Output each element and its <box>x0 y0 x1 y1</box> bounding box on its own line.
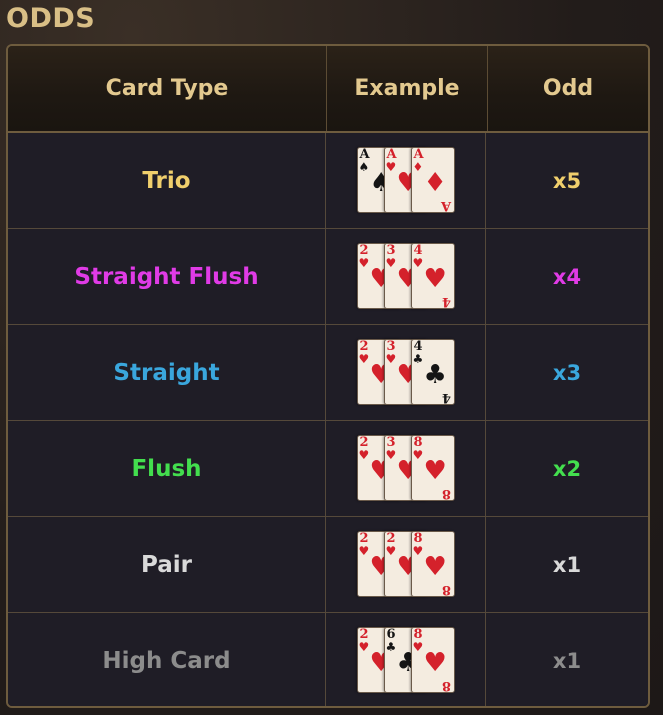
card-suit-icon: ♥ <box>358 640 370 654</box>
card-type-label: Trio <box>142 167 191 194</box>
card-center-suit-icon: ♥ <box>423 263 447 294</box>
card-suit-icon: ♥ <box>412 640 424 654</box>
example-cards: 2♥♥23♥♥34♥♥4 <box>356 242 455 311</box>
header-example: Example <box>327 46 488 131</box>
card-suit-icon: ♠ <box>358 159 370 174</box>
card-type-label: Pair <box>141 551 192 578</box>
header-odd: Odd <box>542 76 594 101</box>
card-type-label: Flush <box>131 455 202 482</box>
card-suit-icon: ♥ <box>412 255 424 270</box>
table-row: Flush 2♥♥23♥♥38♥♥8 x2 <box>8 421 648 517</box>
odd-value: x3 <box>552 360 582 385</box>
example-cards: A♠♠AA♥♥AA♦♦A <box>356 146 455 215</box>
odd-value: x2 <box>552 456 582 481</box>
card-suit-icon: ♥ <box>385 255 397 270</box>
playing-card: 4 ♣ ♣ 4 <box>410 338 455 405</box>
card-rank-bottom: 8 <box>442 678 452 693</box>
card-suit-icon: ♥ <box>358 351 370 366</box>
odd-value: x5 <box>552 168 582 193</box>
card-rank-bottom: 8 <box>442 485 452 501</box>
card-type-label: High Card <box>102 648 231 674</box>
odds-table: Card Type Example Odd Trio A♠♠AA♥♥AA♦♦A … <box>6 44 650 708</box>
table-row: Pair 2♥♥22♥♥28♥♥8 x1 <box>8 517 648 613</box>
playing-card: A ♦ ♦ A <box>410 146 455 213</box>
card-rank-bottom: 4 <box>442 389 452 405</box>
playing-card: 8 ♥ ♥ 8 <box>410 627 455 693</box>
example-cards: 2♥♥22♥♥28♥♥8 <box>356 530 455 599</box>
card-center-suit-icon: ♥ <box>423 455 447 486</box>
example-cards: 2♥♥26♣♣68♥♥8 <box>356 627 455 695</box>
card-suit-icon: ♥ <box>385 351 397 366</box>
card-suit-icon: ♣ <box>412 351 424 366</box>
card-suit-icon: ♥ <box>358 543 370 558</box>
card-type-label: Straight Flush <box>74 263 259 290</box>
playing-card: 8 ♥ ♥ 8 <box>410 530 455 597</box>
card-center-suit-icon: ♥ <box>423 551 447 582</box>
card-suit-icon: ♣ <box>385 640 397 654</box>
card-suit-icon: ♥ <box>412 447 424 462</box>
card-center-suit-icon: ♣ <box>423 359 447 390</box>
example-cards: 2♥♥23♥♥34♣♣4 <box>356 338 455 407</box>
example-cards: 2♥♥23♥♥38♥♥8 <box>356 434 455 503</box>
playing-card: 4 ♥ ♥ 4 <box>410 242 455 309</box>
card-suit-icon: ♥ <box>358 447 370 462</box>
odd-value: x1 <box>552 552 582 577</box>
playing-card: 8 ♥ ♥ 8 <box>410 434 455 501</box>
card-rank-bottom: A <box>441 197 452 213</box>
card-suit-icon: ♥ <box>385 543 397 558</box>
header-card-type: Card Type <box>8 46 327 131</box>
card-center-suit-icon: ♥ <box>423 648 447 678</box>
table-header: Card Type Example Odd <box>8 46 648 133</box>
odds-title: ODDS <box>6 3 96 34</box>
card-type-label: Straight <box>113 359 220 386</box>
odd-value: x4 <box>552 264 582 289</box>
card-suit-icon: ♥ <box>412 543 424 558</box>
table-row: Straight Flush 2♥♥23♥♥34♥♥4 x4 <box>8 229 648 325</box>
table-row: Straight 2♥♥23♥♥34♣♣4 x3 <box>8 325 648 421</box>
odd-value: x1 <box>552 649 582 673</box>
table-row: High Card 2♥♥26♣♣68♥♥8 x1 <box>8 613 648 706</box>
card-center-suit-icon: ♦ <box>423 167 447 198</box>
card-suit-icon: ♥ <box>385 447 397 462</box>
card-rank-bottom: 4 <box>442 293 452 309</box>
card-rank-bottom: 8 <box>442 581 452 597</box>
table-row: Trio A♠♠AA♥♥AA♦♦A x5 <box>8 133 648 229</box>
card-suit-icon: ♦ <box>412 159 424 174</box>
card-suit-icon: ♥ <box>385 159 397 174</box>
card-suit-icon: ♥ <box>358 255 370 270</box>
